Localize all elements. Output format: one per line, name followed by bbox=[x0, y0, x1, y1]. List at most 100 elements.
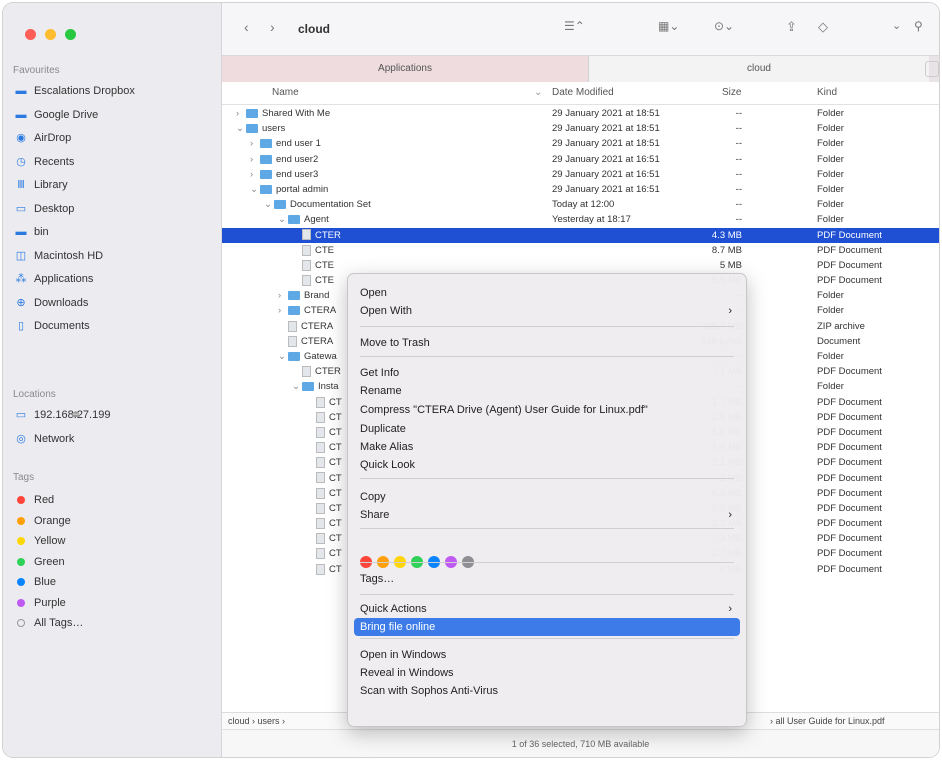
table-row[interactable]: › end user2 29 January 2021 at 16:51 -- Fold… bbox=[222, 152, 939, 167]
column-kind[interactable]: Kind bbox=[817, 82, 837, 104]
row-kind-cell: PDF Document bbox=[817, 229, 882, 241]
menu-item-share[interactable]: Share › bbox=[354, 506, 740, 524]
disclosure-chevron-icon[interactable]: › bbox=[250, 152, 260, 167]
row-name-cell: › end user 1 bbox=[250, 136, 321, 151]
sidebar-item-192-168-27-199[interactable]: ▭ 192.168.27.199 ⏏ bbox=[13, 405, 111, 425]
table-row[interactable]: ⌄ portal admin 29 January 2021 at 16:51 -- F… bbox=[222, 182, 939, 197]
share-icon[interactable]: ⇪ bbox=[786, 19, 797, 35]
sidebar-item-google-drive[interactable]: ▬ Google Drive bbox=[13, 105, 99, 125]
menu-item-label: Compress "CTERA Drive (Agent) User Guide… bbox=[360, 404, 648, 416]
sidebar-item-yellow[interactable]: Yellow bbox=[13, 531, 65, 551]
more-actions-icon[interactable]: ⊙⌄ bbox=[714, 19, 734, 33]
menu-item-duplicate[interactable]: Duplicate bbox=[354, 420, 740, 438]
sidebar-item-label: Purple bbox=[34, 596, 66, 609]
menu-item-label: Move to Trash bbox=[360, 337, 430, 349]
path-end[interactable]: › all User Guide for Linux.pdf bbox=[770, 713, 885, 729]
menu-item-make-alias[interactable]: Make Alias bbox=[354, 438, 740, 456]
disclosure-chevron-icon[interactable]: ⌄ bbox=[278, 349, 288, 364]
tag-icon[interactable]: ◇ bbox=[818, 19, 828, 35]
sidebar-item-applications[interactable]: ⁂ Applications bbox=[13, 269, 94, 289]
close-window-button[interactable] bbox=[25, 29, 36, 40]
sidebar-item-bin[interactable]: ▬ bin bbox=[13, 222, 49, 242]
document-icon bbox=[302, 366, 311, 378]
menu-item-move-to-trash[interactable]: Move to Trash bbox=[354, 334, 740, 352]
sidebar-item-network[interactable]: ◎ Network bbox=[13, 429, 74, 449]
file-name: CTE bbox=[315, 259, 334, 271]
menu-item-bring-file-online[interactable]: Bring file online bbox=[354, 618, 740, 636]
row-name-cell: › CTERA bbox=[278, 303, 336, 318]
sidebar-item-label: Green bbox=[34, 555, 65, 568]
menu-item-label: Open in Windows bbox=[360, 649, 447, 661]
disclosure-chevron-icon[interactable]: ⌄ bbox=[250, 182, 260, 197]
path-start[interactable]: cloud › users › bbox=[228, 713, 285, 729]
sidebar-item-red[interactable]: Red bbox=[13, 490, 54, 510]
sidebar-item-green[interactable]: Green bbox=[13, 552, 65, 572]
disclosure-chevron-icon[interactable]: ⌄ bbox=[278, 212, 288, 227]
sidebar-item-blue[interactable]: Blue bbox=[13, 572, 56, 592]
sidebar-item-escalations-dropbox[interactable]: ▬ Escalations Dropbox bbox=[13, 81, 135, 101]
new-tab-button[interactable] bbox=[925, 61, 939, 77]
menu-item-get-info[interactable]: Get Info bbox=[354, 364, 740, 382]
group-icon[interactable]: ▦⌄ bbox=[658, 19, 679, 33]
menu-item-rename[interactable]: Rename bbox=[354, 382, 740, 400]
sidebar-item-macintosh-hd[interactable]: ◫ Macintosh HD bbox=[13, 246, 103, 266]
menu-item-open[interactable]: Open bbox=[354, 284, 740, 302]
sidebar-item-documents[interactable]: ▯ Documents bbox=[13, 316, 90, 336]
disclosure-chevron-icon[interactable]: ⌄ bbox=[264, 197, 274, 212]
sidebar-item-airdrop[interactable]: ◉ AirDrop bbox=[13, 128, 71, 148]
sidebar-item-purple[interactable]: Purple bbox=[13, 593, 66, 613]
forward-button[interactable]: › bbox=[270, 19, 275, 35]
menu-item-quick-look[interactable]: Quick Look bbox=[354, 456, 740, 474]
minimize-window-button[interactable] bbox=[45, 29, 57, 40]
menu-item-reveal-in-windows[interactable]: Reveal in Windows bbox=[354, 664, 740, 682]
row-size-cell: -- bbox=[735, 153, 742, 165]
menu-item-tags[interactable]: Tags… bbox=[354, 570, 740, 588]
tab-cloud[interactable]: cloud bbox=[589, 56, 929, 82]
menu-item-label: Tags… bbox=[360, 573, 395, 585]
column-size[interactable]: Size bbox=[722, 82, 741, 104]
file-name: CT bbox=[329, 502, 342, 514]
tab-applications[interactable]: Applications bbox=[222, 56, 589, 82]
row-name-cell: ⌄ Agent bbox=[278, 212, 329, 227]
sidebar-item-recents[interactable]: ◷ Recents bbox=[13, 152, 74, 172]
table-row[interactable]: › end user 1 29 January 2021 at 18:51 -- Fol… bbox=[222, 136, 939, 151]
sidebar-item-desktop[interactable]: ▭ Desktop bbox=[13, 199, 75, 219]
disclosure-chevron-icon[interactable]: › bbox=[278, 288, 288, 303]
table-row[interactable]: ⌄ Documentation Set Today at 12:00 -- Folder bbox=[222, 197, 939, 212]
menu-item-quick-actions[interactable]: Quick Actions › bbox=[354, 600, 740, 618]
menu-item-copy[interactable]: Copy bbox=[354, 488, 740, 506]
menu-item-open-with[interactable]: Open With › bbox=[354, 302, 740, 320]
table-row[interactable]: ⌄ Agent Yesterday at 18:17 -- Folder bbox=[222, 212, 939, 227]
table-row[interactable]: › Shared With Me 29 January 2021 at 18:51-… bbox=[222, 106, 939, 121]
disclosure-chevron-icon[interactable]: › bbox=[278, 303, 288, 318]
disclosure-chevron-icon[interactable]: › bbox=[236, 106, 246, 121]
file-name: Brand bbox=[304, 290, 330, 302]
sidebar-item-library[interactable]: Ⅲ Library bbox=[13, 175, 67, 195]
chevron-down-icon[interactable]: ⌄ bbox=[892, 19, 901, 32]
sidebar-item-label: Documents bbox=[34, 320, 90, 332]
disclosure-chevron-icon[interactable]: › bbox=[250, 167, 260, 182]
column-date[interactable]: Date Modified bbox=[552, 82, 614, 104]
sidebar-item-all-tags[interactable]: All Tags… bbox=[13, 613, 83, 633]
eject-icon[interactable]: ⏏ bbox=[71, 405, 80, 425]
disclosure-chevron-icon[interactable]: ⌄ bbox=[236, 121, 246, 136]
table-row[interactable]: CTE 8.7 MB PDF Document bbox=[222, 243, 939, 258]
zoom-window-button[interactable] bbox=[65, 29, 77, 40]
back-button[interactable]: ‹ bbox=[244, 19, 249, 35]
menu-item-open-in-windows[interactable]: Open in Windows bbox=[354, 646, 740, 664]
sidebar-item-orange[interactable]: Orange bbox=[13, 511, 71, 531]
disclosure-chevron-icon[interactable]: › bbox=[250, 136, 260, 151]
table-row[interactable]: CTER 4.3 MB PDF Document bbox=[222, 227, 939, 243]
menu-item-scan-with-sophos-anti-virus[interactable]: Scan with Sophos Anti-Virus bbox=[354, 682, 740, 700]
sidebar-item-downloads[interactable]: ⊕ Downloads bbox=[13, 293, 88, 313]
table-row[interactable]: › end user3 29 January 2021 at 16:51 -- Fold… bbox=[222, 167, 939, 182]
table-row[interactable]: ⌄ users 29 January 2021 at 18:51 -- Folder bbox=[222, 121, 939, 136]
file-name: CTER bbox=[315, 229, 341, 241]
table-row[interactable]: CTE 5 MB PDF Document bbox=[222, 258, 939, 273]
column-name[interactable]: Name bbox=[272, 82, 299, 104]
menu-separator bbox=[360, 594, 734, 595]
disclosure-chevron-icon[interactable]: ⌄ bbox=[292, 379, 302, 394]
list-view-icon[interactable]: ☰⌃ bbox=[564, 19, 585, 33]
menu-item-compress-ctera-drive-agent-user-guide-fo[interactable]: Compress "CTERA Drive (Agent) User Guide… bbox=[354, 401, 740, 419]
search-icon[interactable]: ⚲ bbox=[914, 19, 923, 33]
